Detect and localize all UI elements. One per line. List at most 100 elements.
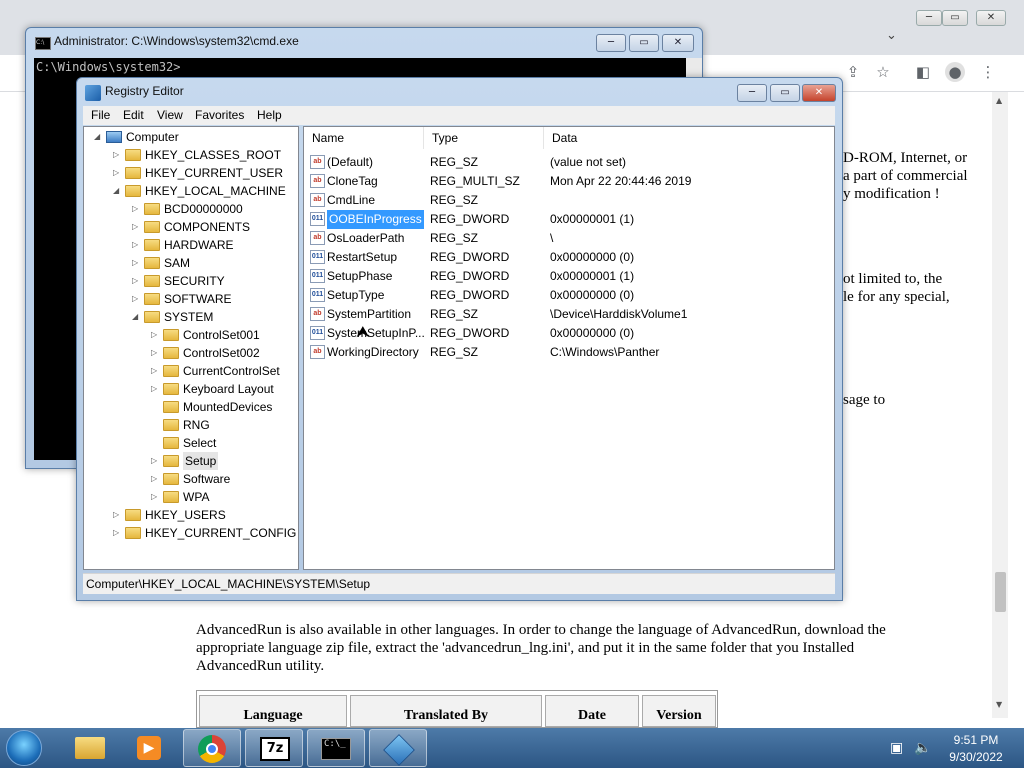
registry-values-list[interactable]: Name Type Data ab (Default) REG_SZ (value n… — [303, 126, 835, 570]
value-name: RestartSetup — [327, 250, 398, 264]
registry-editor-window[interactable]: Registry Editor ─ ▭ ✕ File Edit View Fav… — [76, 77, 843, 601]
binary-value-icon: 011 — [310, 250, 325, 264]
share-icon[interactable]: ⇪ — [843, 62, 863, 82]
column-header-data[interactable]: Data — [544, 127, 834, 149]
taskbar-cmd-button[interactable]: C:\_ — [307, 729, 365, 767]
regedit-minimize-button[interactable]: ─ — [737, 84, 767, 102]
menu-edit[interactable]: Edit — [123, 108, 144, 122]
folder-icon — [144, 203, 160, 215]
menu-favorites[interactable]: Favorites — [195, 108, 244, 122]
page-text-line: le for any special, — [843, 289, 950, 305]
page-text-line: a part of commercial — [843, 168, 968, 184]
value-type: REG_DWORD — [430, 212, 510, 226]
regedit-maximize-button[interactable]: ▭ — [770, 84, 800, 102]
network-icon[interactable]: ▣ — [890, 740, 903, 756]
column-header-type[interactable]: Type — [424, 127, 544, 149]
tree-expand-arrow-icon[interactable]: ▷ — [113, 524, 123, 542]
registry-value-row[interactable]: 011 SetupType REG_DWORD 0x00000000 (0) — [310, 286, 830, 305]
value-type: REG_MULTI_SZ — [430, 174, 520, 188]
tree-collapse-arrow-icon[interactable]: ◢ — [113, 182, 123, 200]
menu-help[interactable]: Help — [257, 108, 282, 122]
page-scrollbar[interactable] — [992, 92, 1008, 718]
taskbar-media-player-button[interactable]: ▶ — [122, 729, 180, 767]
menu-view[interactable]: View — [157, 108, 183, 122]
tree-expand-arrow-icon[interactable]: ▷ — [132, 290, 142, 308]
column-header-name[interactable]: Name — [304, 127, 424, 149]
tree-expand-arrow-icon[interactable]: ▷ — [151, 470, 161, 488]
tree-expand-arrow-icon[interactable]: ▷ — [132, 272, 142, 290]
tree-collapse-arrow-icon[interactable]: ◢ — [132, 308, 142, 326]
tab-search-chevron-icon[interactable]: ⌄ — [886, 28, 897, 43]
tree-item-label: HKEY_LOCAL_MACHINE — [145, 184, 286, 198]
registry-value-row[interactable]: ab (Default) REG_SZ (value not set) — [310, 153, 830, 172]
folder-icon — [163, 365, 179, 377]
table-header-date: Date — [545, 695, 639, 727]
tree-expand-arrow-icon[interactable]: ▷ — [113, 146, 123, 164]
volume-icon[interactable]: 🔈 — [914, 740, 931, 756]
registry-value-row[interactable]: ab CmdLine REG_SZ — [310, 191, 830, 210]
folder-icon — [163, 383, 179, 395]
registry-value-row[interactable]: ab OsLoaderPath REG_SZ \ — [310, 229, 830, 248]
folder-icon — [125, 527, 141, 539]
tree-expand-arrow-icon[interactable]: ▷ — [113, 164, 123, 182]
registry-value-row[interactable]: ab WorkingDirectory REG_SZ C:\Windows\Panth… — [310, 343, 830, 362]
tree-item-label: SAM — [164, 256, 191, 270]
tree-expand-arrow-icon[interactable]: ▷ — [151, 362, 161, 380]
tree-expand-arrow-icon[interactable]: ▷ — [113, 506, 123, 524]
tree-item-label: BCD00000000 — [164, 202, 243, 216]
registry-value-row[interactable]: 011 OOBEInProgress REG_DWORD 0x00000001 (1) — [310, 210, 830, 229]
scroll-up-arrow-icon[interactable]: ▲ — [996, 96, 1002, 105]
tree-item-label: HKEY_CLASSES_ROOT — [145, 148, 282, 162]
registry-value-row[interactable]: 011 RestartSetup REG_DWORD 0x00000000 (0) — [310, 248, 830, 267]
string-value-icon: ab — [310, 155, 325, 169]
value-data: \Device\HarddiskVolume1 — [550, 307, 688, 321]
registry-value-row[interactable]: ab CloneTag REG_MULTI_SZ Mon Apr 22 20:44:4… — [310, 172, 830, 191]
side-panel-icon[interactable]: ◧ — [913, 62, 933, 82]
value-type: REG_SZ — [430, 307, 479, 321]
table-header-translated-by: Translated By — [350, 695, 542, 727]
taskbar-explorer-button[interactable] — [62, 729, 120, 767]
browser-maximize-button[interactable]: ▭ — [942, 10, 968, 26]
value-data: C:\Windows\Panther — [550, 345, 660, 359]
clock-time[interactable]: 9:51 PM — [948, 733, 1004, 747]
menu-file[interactable]: File — [91, 108, 110, 122]
tree-expand-arrow-icon[interactable]: ▷ — [151, 326, 161, 344]
tree-expand-arrow-icon[interactable]: ▷ — [132, 218, 142, 236]
cmd-close-button[interactable]: ✕ — [662, 34, 694, 52]
page-scrollbar-thumb[interactable] — [995, 572, 1006, 612]
scroll-down-arrow-icon[interactable]: ▼ — [996, 700, 1002, 709]
string-value-icon: ab — [310, 345, 325, 359]
tree-collapse-arrow-icon[interactable]: ◢ — [94, 128, 104, 146]
browser-minimize-button[interactable]: ─ — [916, 10, 942, 26]
tree-expand-arrow-icon[interactable]: ▷ — [151, 344, 161, 362]
tree-expand-arrow-icon[interactable]: ▷ — [132, 200, 142, 218]
cmd-minimize-button[interactable]: ─ — [596, 34, 626, 52]
taskbar-regedit-button[interactable] — [369, 729, 427, 767]
chrome-menu-icon[interactable]: ⋮ — [978, 62, 998, 82]
taskbar-chrome-button[interactable] — [183, 729, 241, 767]
value-type: REG_SZ — [430, 155, 479, 169]
registry-value-row[interactable]: 011 SystemSetupInP... REG_DWORD 0x00000000 … — [310, 324, 830, 343]
registry-value-row[interactable]: ab SystemPartition REG_SZ \Device\HarddiskV… — [310, 305, 830, 324]
string-value-icon: ab — [310, 307, 325, 321]
taskbar-7zip-button[interactable]: 7z — [245, 729, 303, 767]
media-player-icon: ▶ — [137, 736, 161, 760]
start-button[interactable] — [6, 730, 42, 766]
tree-item-label: HKEY_USERS — [145, 508, 226, 522]
tree-expand-arrow-icon[interactable]: ▷ — [151, 380, 161, 398]
profile-avatar-icon[interactable]: ● — [945, 62, 965, 82]
bookmark-star-icon[interactable]: ☆ — [873, 62, 893, 82]
cmd-maximize-button[interactable]: ▭ — [629, 34, 659, 52]
clock-date[interactable]: 9/30/2022 — [940, 750, 1012, 764]
regedit-close-button[interactable]: ✕ — [802, 84, 836, 102]
computer-icon — [106, 131, 122, 143]
registry-key-tree[interactable]: ◢ Computer ▷ HKEY_CLASSES_ROOT ▷ HKEY_CURRENT… — [83, 126, 299, 570]
tree-expand-arrow-icon[interactable]: ▷ — [151, 488, 161, 506]
chrome-icon — [198, 735, 226, 763]
tree-expand-arrow-icon[interactable]: ▷ — [132, 254, 142, 272]
tree-expand-arrow-icon[interactable]: ▷ — [151, 452, 161, 470]
cmd-app-icon: C:\ — [35, 37, 51, 50]
registry-value-row[interactable]: 011 SetupPhase REG_DWORD 0x00000001 (1) — [310, 267, 830, 286]
browser-close-button[interactable]: ✕ — [976, 10, 1006, 26]
tree-expand-arrow-icon[interactable]: ▷ — [132, 236, 142, 254]
